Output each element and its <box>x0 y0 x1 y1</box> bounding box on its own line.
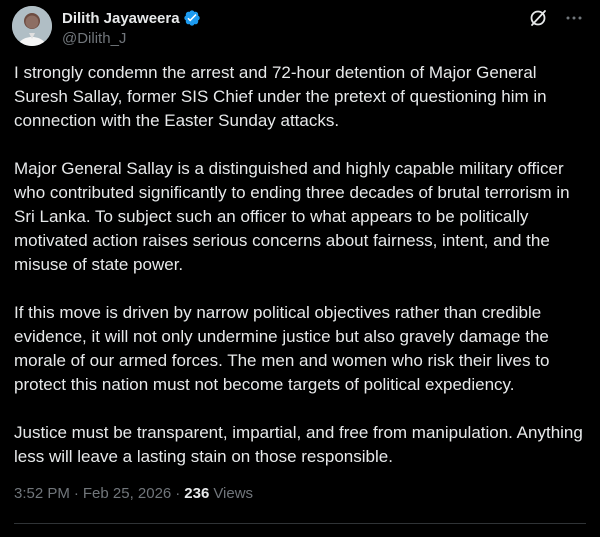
meta-separator: · <box>73 485 79 502</box>
meta-separator: · <box>175 485 181 502</box>
tweet-paragraph: If this move is driven by narrow politic… <box>14 303 550 394</box>
tweet-paragraph: Major General Sallay is a distinguished … <box>14 159 570 274</box>
tweet-date[interactable]: Feb 25, 2026 <box>83 485 171 502</box>
verified-badge-icon <box>183 9 201 27</box>
avatar-image <box>12 6 52 46</box>
author-info: Dilith Jayaweera @Dilith_J <box>62 8 201 47</box>
name-row: Dilith Jayaweera <box>62 8 201 28</box>
divider <box>14 523 586 524</box>
more-dots-icon[interactable] <box>564 8 584 28</box>
tweet-text: I strongly condemn the arrest and 72-hou… <box>14 61 586 469</box>
tweet-actions <box>528 8 584 28</box>
tweet-card: Dilith Jayaweera @Dilith_J I strongly co… <box>0 0 600 537</box>
views-count: 236 <box>184 485 210 502</box>
author-display-name[interactable]: Dilith Jayaweera <box>62 10 180 27</box>
tweet-header: Dilith Jayaweera @Dilith_J <box>12 6 584 50</box>
avatar[interactable] <box>12 6 52 46</box>
author-handle[interactable]: @Dilith_J <box>62 30 201 47</box>
tweet-paragraph: Justice must be transparent, impartial, … <box>14 423 583 466</box>
tweet-paragraph: I strongly condemn the arrest and 72-hou… <box>14 63 547 130</box>
tweet-meta: 3:52 PM · Feb 25, 2026 · 236 Views <box>14 485 253 502</box>
views-label: Views <box>213 485 254 502</box>
tweet-time[interactable]: 3:52 PM <box>14 485 70 502</box>
grok-slash-circle-icon[interactable] <box>528 8 548 28</box>
